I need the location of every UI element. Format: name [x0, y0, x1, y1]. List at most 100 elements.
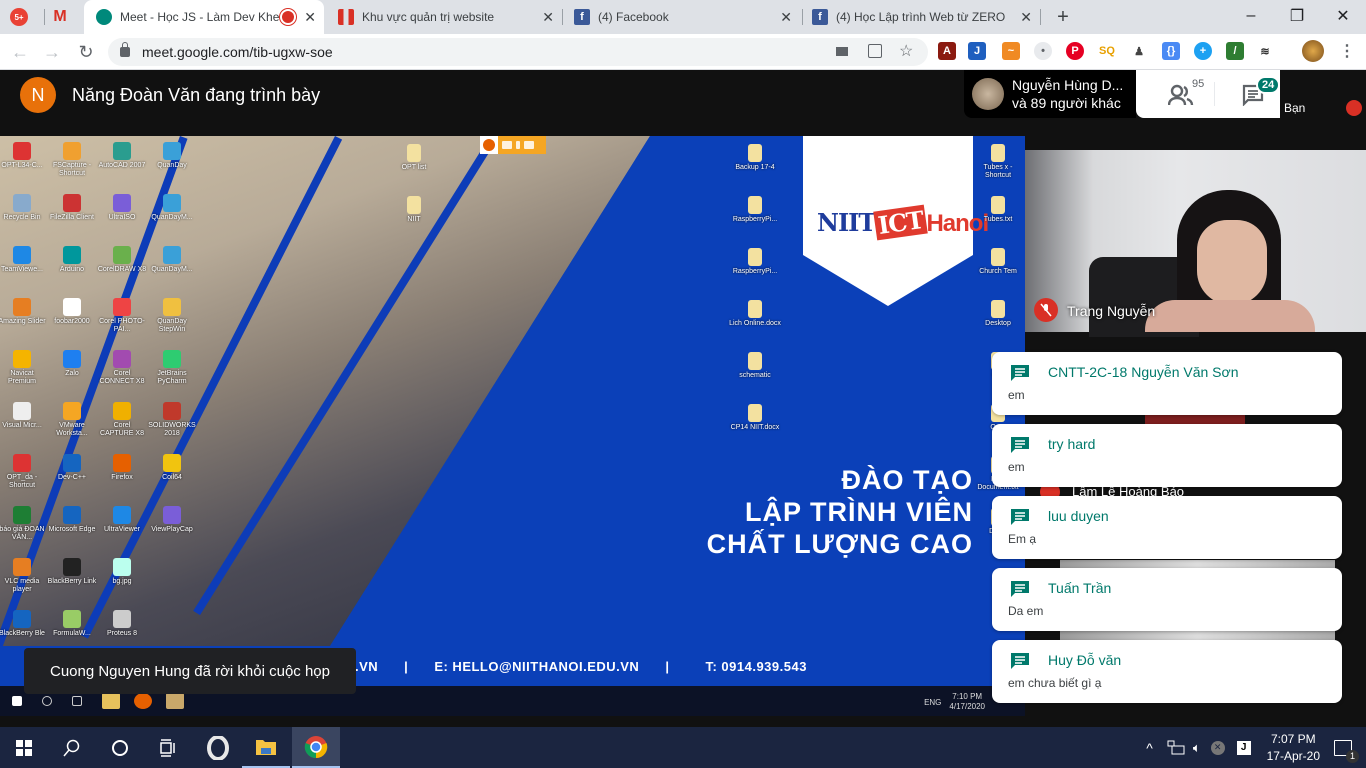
back-button[interactable]: ←: [8, 40, 32, 64]
niit-logo: NIITICTHanoi: [817, 204, 989, 241]
desktop-icon-label: foobar2000: [54, 318, 90, 325]
close-tab-icon[interactable]: ✕: [1020, 9, 1032, 26]
people-button[interactable]: 95: [1156, 78, 1206, 110]
file-icon: [748, 300, 762, 318]
address-bar[interactable]: meet.google.com/tib-ugxw-soe: [108, 38, 928, 66]
start-button[interactable]: [0, 727, 48, 768]
tab-gmail[interactable]: M: [52, 0, 82, 34]
desktop-icon-label: JetBrains PyCharm: [157, 370, 187, 385]
chat-toast[interactable]: Huy Đỗ văn em chưa biết gì ạ: [992, 640, 1342, 703]
chrome-taskbar-button[interactable]: [292, 727, 340, 768]
j-extension-icon[interactable]: J: [968, 42, 986, 60]
footer-website: .VN: [355, 658, 379, 674]
translate-icon[interactable]: [868, 44, 882, 58]
volume-icon[interactable]: 🔈︎: [1193, 740, 1201, 756]
app-icon: [13, 506, 31, 524]
tab-hoc-lap-trinh[interactable]: f (4) Học Lập trình Web từ ZERO ✕: [804, 0, 1040, 34]
presentation-screen: NIITICTHanoi ĐÀO TẠO LẬP TRÌNH VIÊN CHẤT…: [0, 136, 1025, 716]
desktop-icon: VMware Worksta...: [46, 402, 98, 438]
chat-button[interactable]: 24: [1228, 76, 1281, 110]
cortana-button[interactable]: [96, 727, 144, 768]
network-icon[interactable]: [1167, 740, 1185, 756]
bookmark-star-icon[interactable]: ☆: [899, 41, 913, 61]
new-tab-button[interactable]: +: [1050, 0, 1076, 34]
profile-avatar[interactable]: [1302, 40, 1324, 62]
participants-chip[interactable]: Nguyễn Hùng D... và 89 người khác: [964, 70, 1136, 118]
sq-icon[interactable]: SQ: [1098, 42, 1116, 60]
buffer-icon[interactable]: ≋: [1256, 42, 1274, 60]
desktop-icon: CP14 NIIT.docx: [729, 404, 781, 432]
desktop-icon: Navicat Premium: [0, 350, 48, 386]
desktop-icon-label: Firefox: [111, 474, 133, 481]
desktop-icon: Recycle Bin: [0, 194, 48, 222]
chat-toast[interactable]: Tuấn Trần Da em: [992, 568, 1342, 631]
show-hidden-icons[interactable]: ^: [1146, 740, 1153, 756]
reload-button[interactable]: ↻: [74, 40, 98, 64]
close-window-button[interactable]: ✕: [1320, 0, 1366, 32]
desktop-icon-label: Microsoft Edge: [48, 526, 96, 533]
tab-title: Khu vực quản trị website: [362, 10, 495, 24]
file-icon: [991, 144, 1005, 162]
analytics-icon[interactable]: ~: [1002, 42, 1020, 60]
desktop-icon: TeamViewe...: [0, 246, 48, 274]
task-view-button[interactable]: [144, 727, 192, 768]
app-icon: [13, 558, 31, 576]
desktop-icon-label: Visual Micr...: [2, 422, 42, 429]
maximize-button[interactable]: ❐: [1274, 0, 1320, 32]
desktop-icon: QuanDay: [146, 142, 198, 170]
menu-kebab-icon[interactable]: ⋮: [1338, 42, 1356, 60]
chat-toast[interactable]: try hard em: [992, 424, 1342, 487]
tab-pinned-app[interactable]: 5+: [10, 0, 46, 34]
taskbar-clock[interactable]: 7:07 PM 17-Apr-20: [1267, 731, 1320, 765]
participant-avatar: [972, 78, 1004, 110]
spy-icon[interactable]: ♟: [1130, 42, 1148, 60]
acrobat-icon[interactable]: A: [938, 42, 956, 60]
chat-count-badge: 24: [1256, 76, 1281, 94]
cortana-icon: [112, 739, 128, 756]
desktop-icon: RaspberryPi...: [729, 196, 781, 224]
pinterest-icon[interactable]: P: [1066, 42, 1084, 60]
windows-taskbar: ^ 🔈︎ ✕ J 7:07 PM 17-Apr-20 1: [0, 727, 1366, 768]
file-explorer-taskbar-button[interactable]: [242, 727, 290, 768]
plus-icon[interactable]: +: [1194, 42, 1212, 60]
app-icon: [163, 142, 181, 160]
tab-facebook[interactable]: f (4) Facebook ✕: [564, 0, 800, 34]
video-tile-main[interactable]: Trang Nguyễn: [1025, 150, 1366, 337]
app-tray-icon[interactable]: J: [1236, 740, 1251, 755]
file-icon: [748, 248, 762, 266]
sync-error-icon[interactable]: ✕: [1210, 740, 1225, 755]
desktop-icon-label: Corel CONNECT X8: [99, 370, 145, 385]
file-icon: [748, 144, 762, 162]
chat-toast[interactable]: CNTT-2C-18 Nguyễn Văn Sơn em: [992, 352, 1342, 415]
close-tab-icon[interactable]: ✕: [542, 9, 554, 26]
chat-toast[interactable]: luu duyen Em ạ: [992, 496, 1342, 559]
desktop-icon-label: CorelDRAW X8: [97, 266, 147, 273]
desktop-icon-label: báo giá ĐOAN VĂN...: [0, 526, 45, 541]
desktop-icon: Microsoft Edge: [46, 506, 98, 534]
desktop-icon: Church Tem: [972, 248, 1024, 276]
action-center-icon[interactable]: 1: [1334, 739, 1359, 763]
forward-button[interactable]: →: [40, 40, 64, 64]
url-text[interactable]: meet.google.com/tib-ugxw-soe: [142, 44, 333, 60]
opera-taskbar-button[interactable]: [194, 727, 242, 768]
desktop-icon: Desktop: [972, 300, 1024, 328]
code-icon[interactable]: {}: [1162, 42, 1180, 60]
remote-tray: ENG 7:10 PM 4/17/2020: [924, 692, 985, 712]
close-tab-icon[interactable]: ✕: [780, 9, 792, 26]
search-button[interactable]: [48, 727, 96, 768]
meet-icon: [96, 9, 112, 25]
desktop-icon-label: OPT list: [401, 164, 427, 171]
app-icon: [163, 194, 181, 212]
desktop-icon: Proteus 8: [96, 610, 148, 638]
tab-separator: [562, 9, 563, 25]
chart-icon[interactable]: /: [1226, 42, 1244, 60]
camera-icon[interactable]: [836, 47, 848, 56]
close-tab-icon[interactable]: ✕: [304, 9, 316, 26]
tab-admin[interactable]: Khu vực quản trị website ✕: [326, 0, 562, 34]
tab-meet[interactable]: Meet - Học JS - Làm Dev Khe ✕: [84, 0, 324, 34]
desktop-icon: OPT list: [388, 144, 440, 172]
minimize-button[interactable]: –: [1228, 0, 1274, 32]
file-icon: [407, 196, 421, 214]
chat-extension-icon[interactable]: •: [1034, 42, 1052, 60]
file-icon: [748, 404, 762, 422]
